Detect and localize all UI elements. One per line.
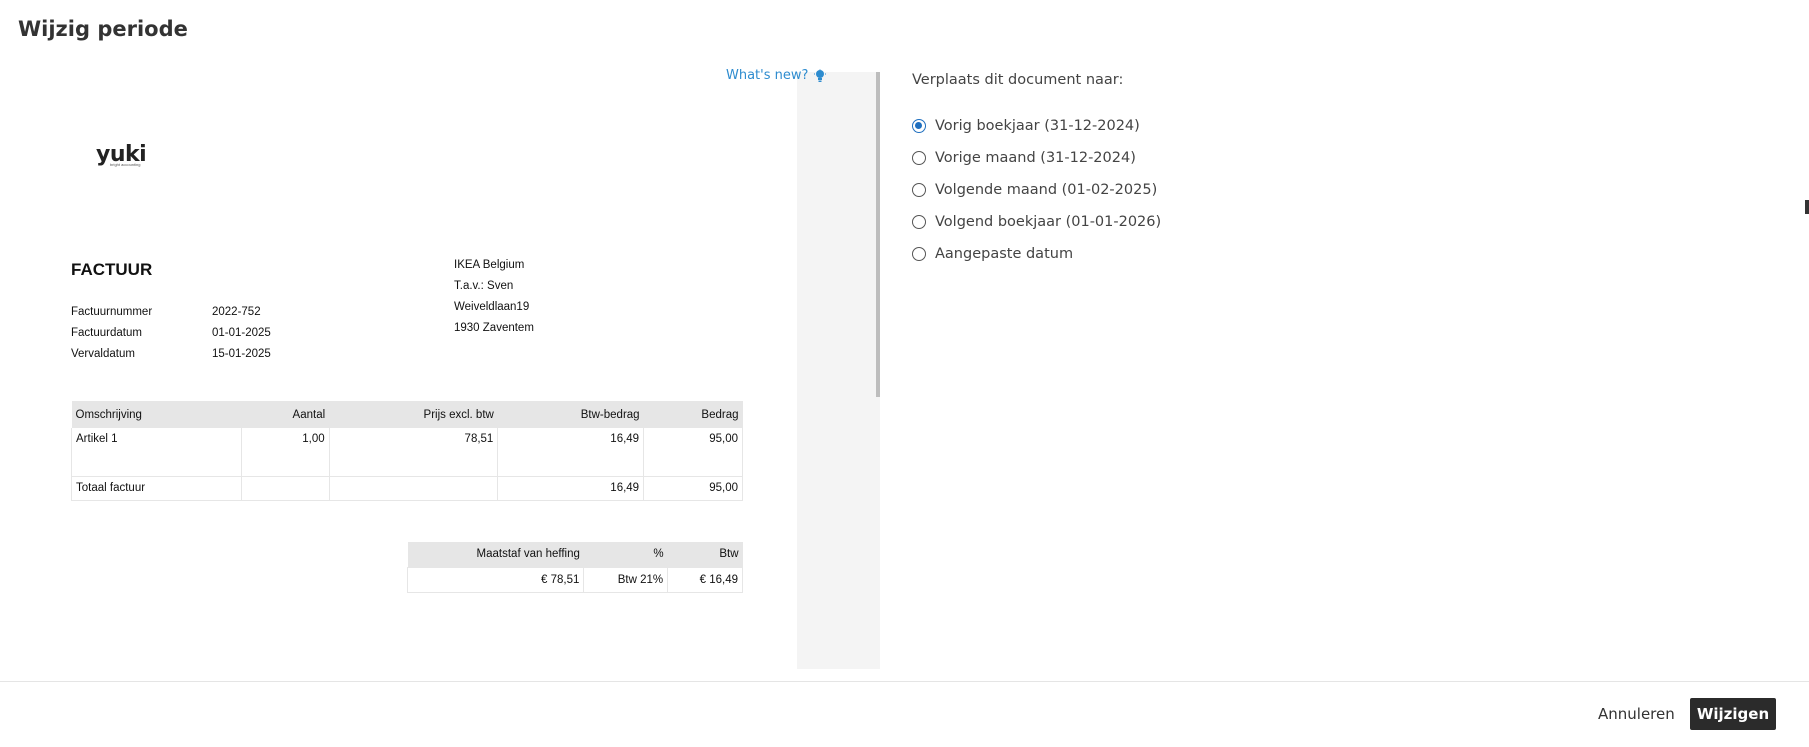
- radio-button[interactable]: [912, 119, 926, 133]
- option-label: Aangepaste datum: [935, 246, 1074, 262]
- document-preview-gutter: [797, 72, 880, 669]
- table-header-row: Omschrijving Aantal Prijs excl. btw Btw-…: [71, 401, 743, 428]
- address-line: T.a.v.: Sven: [454, 280, 514, 292]
- table-cell: Artikel 1: [71, 428, 242, 477]
- column-header: Btw-bedrag: [497, 401, 644, 428]
- confirm-button[interactable]: Wijzigen: [1690, 698, 1776, 730]
- window-edge-marker: [1805, 200, 1809, 214]
- column-header: %: [583, 542, 668, 567]
- option-custom-date[interactable]: Aangepaste datum: [912, 238, 1161, 270]
- lightbulb-icon: [814, 68, 827, 83]
- option-previous-month[interactable]: Vorige maand (31-12-2024): [912, 142, 1161, 174]
- column-header: Prijs excl. btw: [329, 401, 498, 428]
- table-cell: € 16,49: [667, 566, 743, 593]
- table-cell: 78,51: [329, 428, 499, 477]
- table-cell: € 78,51: [406, 566, 585, 593]
- option-next-month[interactable]: Volgende maand (01-02-2025): [912, 174, 1161, 206]
- recipient-address: IKEA Belgium T.a.v.: Sven Weiveldlaan19 …: [454, 258, 534, 342]
- address-line: IKEA Belgium: [454, 259, 525, 271]
- column-header: Maatstaf van heffing: [407, 542, 584, 567]
- table-cell: Totaal factuur: [71, 476, 242, 501]
- table-cell: Btw 21%: [583, 566, 669, 593]
- meta-value: 2022-752: [212, 305, 261, 318]
- table-cell: 1,00: [241, 428, 330, 477]
- move-document-label: Verplaats dit document naar:: [912, 72, 1124, 88]
- invoice-lines-table: Omschrijving Aantal Prijs excl. btw Btw-…: [71, 401, 743, 501]
- radio-button[interactable]: [912, 215, 926, 229]
- table-cell: [241, 476, 330, 501]
- company-logo-tagline: bright accounting: [110, 162, 141, 167]
- meta-key: Factuurdatum: [71, 326, 142, 339]
- invoice-title: FACTUUR: [71, 260, 153, 279]
- table-cell: 95,00: [643, 476, 743, 501]
- radio-button[interactable]: [912, 151, 926, 165]
- table-cell: 16,49: [497, 476, 645, 501]
- table-row: Artikel 1 1,00 78,51 16,49 95,00: [71, 428, 743, 477]
- meta-key: Factuurnummer: [71, 305, 153, 318]
- column-header: Bedrag: [643, 401, 743, 428]
- table-cell: 95,00: [643, 428, 743, 477]
- meta-value: 15-01-2025: [212, 347, 271, 360]
- table-header-row: Maatstaf van heffing % Btw: [407, 542, 743, 567]
- column-header: Aantal: [241, 401, 330, 428]
- radio-button[interactable]: [912, 183, 926, 197]
- option-label: Volgend boekjaar (01-01-2026): [935, 214, 1162, 230]
- period-options: Vorig boekjaar (31-12-2024) Vorige maand…: [912, 110, 1161, 270]
- dialog-title: Wijzig periode: [18, 17, 188, 41]
- total-row: Totaal factuur 16,49 95,00: [71, 476, 743, 501]
- table-row: € 78,51 Btw 21% € 16,49: [406, 566, 743, 593]
- meta-key: Vervaldatum: [71, 347, 135, 360]
- option-label: Volgende maand (01-02-2025): [935, 182, 1158, 198]
- vat-summary-table: Maatstaf van heffing % Btw € 78,51 Btw 2…: [406, 542, 743, 593]
- address-line: 1930 Zaventem: [454, 322, 534, 334]
- cancel-button[interactable]: Annuleren: [1588, 698, 1685, 730]
- document-scrollbar[interactable]: [876, 72, 880, 397]
- option-next-fiscal-year[interactable]: Volgend boekjaar (01-01-2026): [912, 206, 1161, 238]
- address-line: Weiveldlaan19: [454, 301, 530, 313]
- column-header: Btw: [667, 542, 743, 567]
- table-cell: [329, 476, 499, 501]
- option-label: Vorig boekjaar (31-12-2024): [935, 118, 1140, 134]
- whats-new-link[interactable]: What's new?: [726, 68, 827, 83]
- invoice-meta: Factuurnummer 2022-752 Factuurdatum 01-01-…: [71, 301, 271, 364]
- option-label: Vorige maand (31-12-2024): [935, 150, 1136, 166]
- column-header: Omschrijving: [71, 401, 242, 428]
- radio-button[interactable]: [912, 247, 926, 261]
- footer-divider: [0, 681, 1809, 682]
- meta-value: 01-01-2025: [212, 326, 271, 339]
- option-previous-fiscal-year[interactable]: Vorig boekjaar (31-12-2024): [912, 110, 1161, 142]
- table-cell: 16,49: [497, 428, 645, 477]
- whats-new-label: What's new?: [726, 68, 809, 83]
